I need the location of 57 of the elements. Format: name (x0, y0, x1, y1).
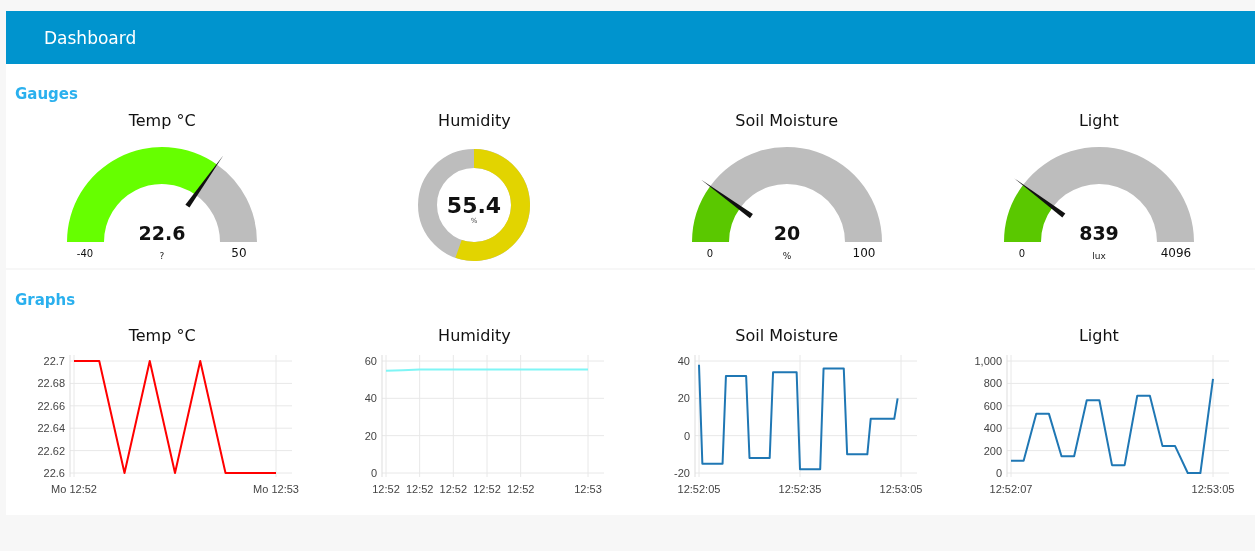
x-tick-label: Mo 12:52 (51, 483, 98, 495)
x-tick-label: 12:52 (372, 483, 401, 495)
y-tick-label: 200 (983, 444, 1002, 457)
chart-title: Soil Moisture (735, 326, 838, 345)
y-tick-label: 22.6 (43, 467, 66, 479)
chart-title: Temp °C (128, 326, 196, 345)
gauge-units: ? (159, 251, 165, 261)
section-title: Gauges (15, 85, 78, 103)
chart-title: Light (1078, 326, 1119, 345)
gauge-units: % (782, 251, 791, 261)
gauge-min: 0 (706, 248, 713, 259)
gauge-units: lux (1092, 251, 1106, 261)
x-tick-label: 12:52 (507, 483, 535, 495)
gauge-value: 55.4 (447, 193, 502, 218)
gauge-min: -40 (76, 248, 94, 259)
x-tick-label: 12:53:05 (879, 483, 923, 495)
gauge-max: 4096 (1160, 246, 1192, 260)
y-tick-label: 400 (983, 422, 1002, 435)
chart-title: Humidity (438, 326, 511, 345)
y-tick-label: 60 (365, 355, 378, 367)
x-tick-label: 12:52:35 (778, 483, 822, 495)
y-tick-label: 0 (371, 467, 378, 479)
gauge-value: 839 (1079, 222, 1119, 244)
y-tick-label: 20 (365, 429, 378, 442)
gauge-title: Humidity (438, 111, 511, 130)
gauge-max: 50 (231, 246, 247, 260)
y-tick-label: 22.68 (37, 377, 66, 390)
x-tick-label: 12:52:07 (989, 483, 1033, 495)
y-tick-label: 600 (983, 399, 1002, 412)
x-tick-label: Mo 12:53 (253, 483, 300, 495)
dashboard-title: Dashboard (44, 27, 137, 48)
y-tick-label: 22.62 (37, 444, 66, 457)
y-tick-label: 0 (683, 429, 690, 442)
y-tick-label: 1,000 (974, 355, 1002, 367)
section-title: Graphs (15, 291, 76, 309)
y-tick-label: 20 (677, 392, 690, 405)
x-tick-label: 12:52 (406, 483, 434, 495)
y-tick-label: 40 (677, 355, 690, 367)
gauge-value: 20 (773, 222, 800, 244)
x-tick-label: 12:52 (473, 483, 502, 495)
y-tick-label: 22.64 (37, 422, 66, 435)
y-tick-label: 40 (365, 392, 378, 405)
gauge-title: Soil Moisture (735, 111, 838, 130)
y-tick-label: 800 (983, 377, 1002, 390)
gauge-title: Light (1078, 111, 1119, 130)
x-tick-label: 12:53:05 (1191, 483, 1235, 495)
x-tick-label: 12:52 (439, 483, 468, 495)
x-tick-label: 12:53 (574, 483, 603, 495)
y-tick-label: -20 (673, 467, 690, 479)
gauge-max: 100 (852, 246, 876, 260)
gauge-value: 22.6 (138, 222, 186, 244)
y-tick-label: 22.66 (37, 399, 66, 412)
y-tick-label: 22.7 (43, 355, 66, 367)
gauge-title: Temp °C (128, 111, 196, 130)
x-tick-label: 12:52:05 (677, 483, 721, 495)
y-tick-label: 0 (995, 467, 1002, 479)
gauge-min: 0 (1018, 248, 1026, 259)
